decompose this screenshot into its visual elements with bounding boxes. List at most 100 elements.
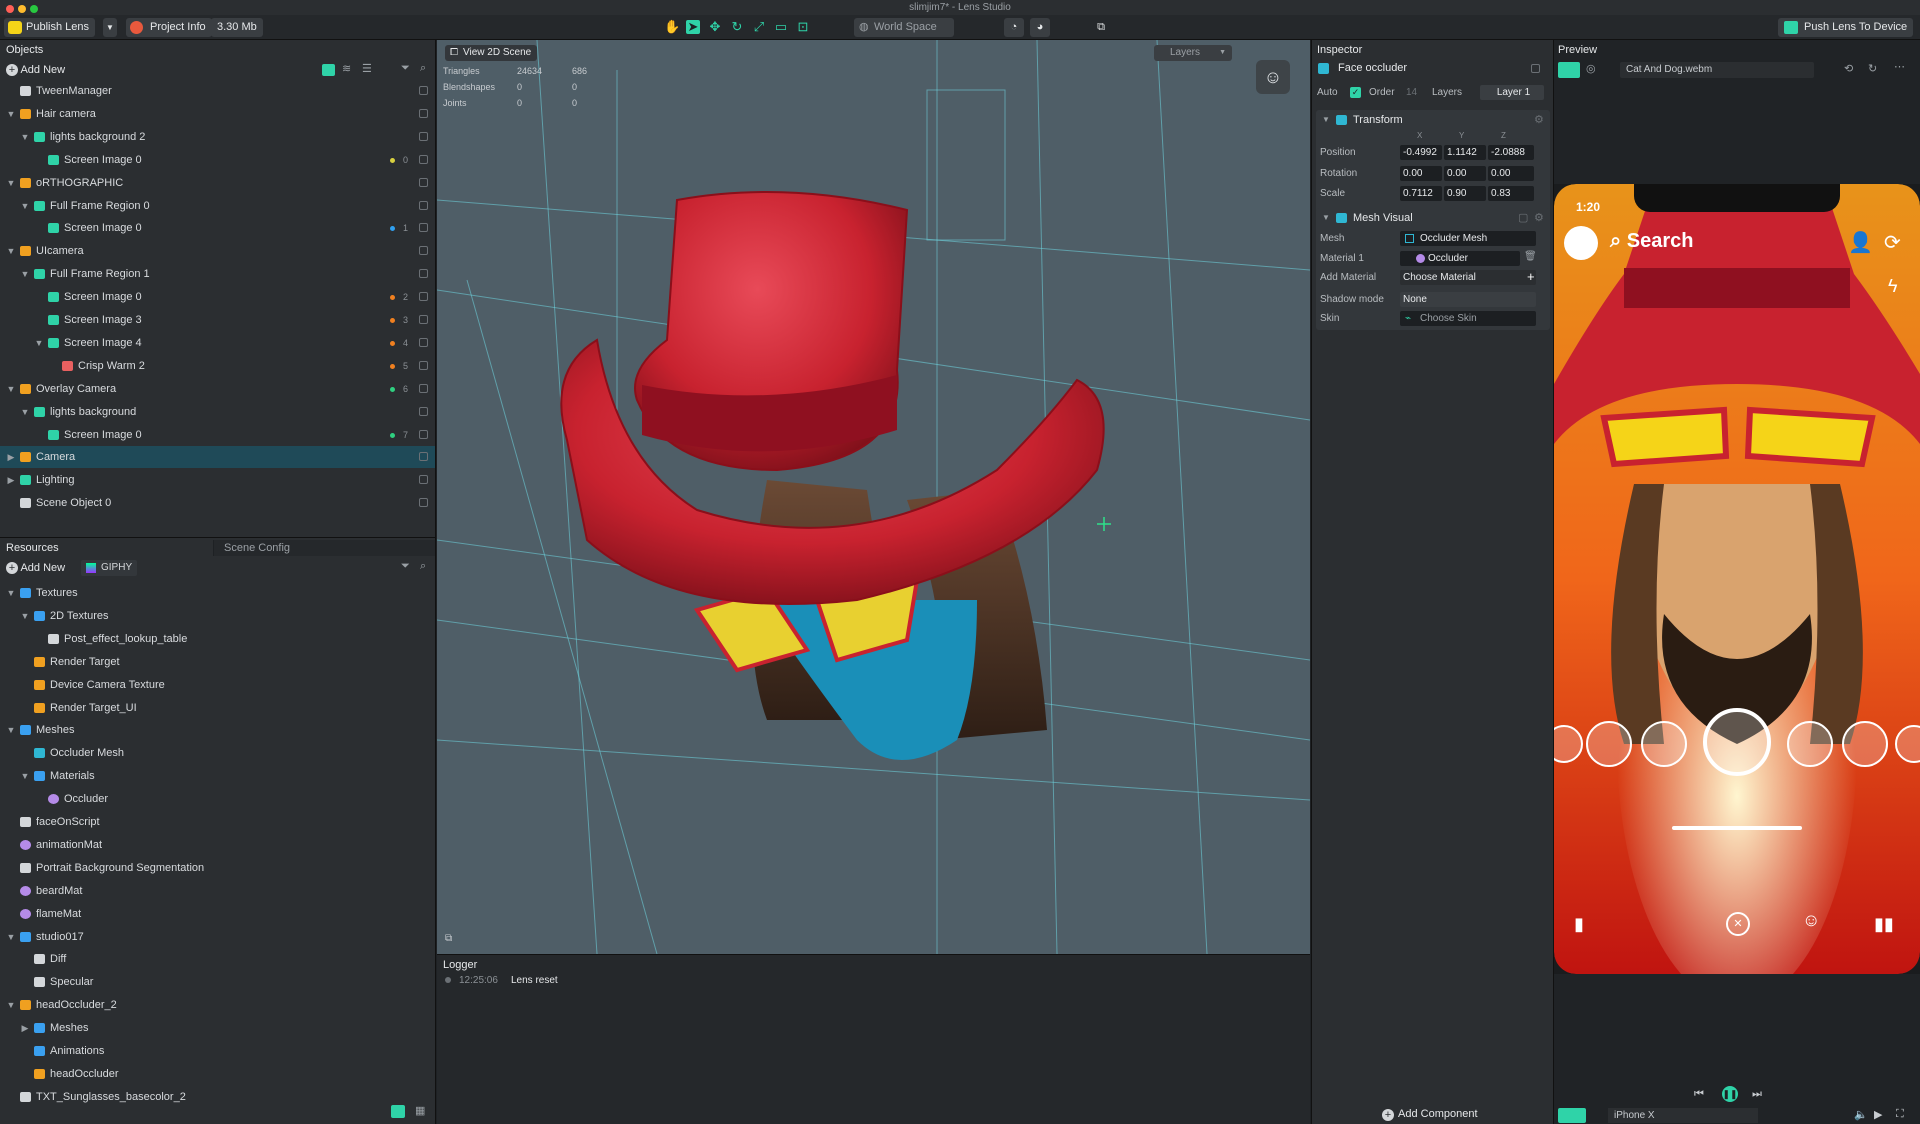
object-item[interactable]: ▼ Full Frame Region 1 bbox=[0, 263, 435, 285]
tree-toggle-icon[interactable]: ▼ bbox=[20, 263, 30, 285]
tree-toggle-icon[interactable]: ▼ bbox=[6, 719, 16, 741]
object-item[interactable]: ▶ Lighting bbox=[0, 469, 435, 491]
skip-forward-icon[interactable]: ⏭ bbox=[1752, 1088, 1762, 1101]
tree-toggle-icon[interactable]: ▼ bbox=[6, 926, 16, 948]
camera-mode-icon[interactable] bbox=[1558, 62, 1580, 78]
add-component-button[interactable]: + Add Component bbox=[1382, 1107, 1478, 1122]
enabled-checkbox[interactable]: ▢ bbox=[1518, 208, 1528, 228]
object-item[interactable]: ▼ Full Frame Region 0 bbox=[0, 195, 435, 217]
layers-dropdown[interactable]: Layers ▼ bbox=[1154, 45, 1232, 61]
flip-camera-icon[interactable]: ⟳ bbox=[1884, 230, 1901, 255]
publish-lens-button[interactable]: Publish Lens bbox=[4, 18, 95, 37]
filter-icon[interactable]: ⏷ bbox=[401, 62, 410, 75]
resource-item[interactable]: animationMat bbox=[0, 834, 435, 856]
resources-add-new-button[interactable]: + Add New bbox=[6, 560, 65, 576]
visibility-checkbox[interactable] bbox=[419, 177, 428, 187]
view-2d-scene-button[interactable]: ⧠ View 2D Scene bbox=[445, 45, 538, 61]
object-item[interactable]: TweenManager bbox=[0, 80, 435, 102]
tree-toggle-icon[interactable]: ▼ bbox=[20, 605, 30, 627]
object-item[interactable]: Screen Image 0 2 bbox=[0, 286, 435, 308]
resource-item[interactable]: ▼ studio017 bbox=[0, 926, 435, 948]
tree-toggle-icon[interactable]: ▼ bbox=[6, 378, 16, 400]
chat-icon[interactable]: ▮ bbox=[1574, 914, 1584, 935]
list-mode-icon[interactable] bbox=[391, 1105, 405, 1118]
list-view-icon[interactable] bbox=[322, 64, 335, 76]
close-window-icon[interactable] bbox=[6, 5, 14, 13]
tab-scene-config[interactable]: Scene Config bbox=[214, 540, 435, 556]
rotation-y-field[interactable]: 0.00 bbox=[1444, 166, 1486, 181]
resource-item[interactable]: TXT_Sunglasses_basecolor_2 bbox=[0, 1086, 435, 1108]
resource-item[interactable]: Specular bbox=[0, 971, 435, 993]
position-z-field[interactable]: -2.0888 bbox=[1488, 145, 1534, 160]
rect-tool-icon[interactable]: ▭ bbox=[774, 20, 788, 34]
visibility-checkbox[interactable] bbox=[419, 315, 428, 324]
object-name-field[interactable]: Face occluder bbox=[1338, 62, 1407, 74]
visibility-checkbox[interactable] bbox=[419, 154, 428, 164]
transform-header[interactable]: ▼ Transform ⚙ bbox=[1316, 110, 1550, 130]
mute-icon[interactable]: 🔈 bbox=[1854, 1108, 1868, 1121]
add-friend-icon[interactable]: 👤 bbox=[1848, 230, 1873, 255]
resource-item[interactable]: Device Camera Texture bbox=[0, 674, 435, 696]
object-item[interactable]: ▼ oRTHOGRAPHIC bbox=[0, 172, 435, 194]
position-y-field[interactable]: 1.1142 bbox=[1444, 145, 1486, 160]
visibility-checkbox[interactable] bbox=[419, 406, 428, 416]
mesh-field[interactable]: Occluder Mesh bbox=[1400, 231, 1536, 246]
object-item[interactable]: ▼ Hair camera bbox=[0, 103, 435, 125]
resource-item[interactable]: ▼ Meshes bbox=[0, 719, 435, 741]
search-icon[interactable]: ⌕ bbox=[420, 62, 426, 75]
scene-render[interactable] bbox=[437, 40, 1310, 954]
resource-item[interactable]: beardMat bbox=[0, 880, 435, 902]
resource-item[interactable]: Portrait Background Segmentation bbox=[0, 857, 435, 879]
objects-add-new-button[interactable]: + Add New bbox=[6, 62, 65, 78]
rotation-z-field[interactable]: 0.00 bbox=[1488, 166, 1534, 181]
project-info-button[interactable]: Project Info bbox=[126, 18, 212, 37]
visibility-checkbox[interactable] bbox=[419, 200, 428, 210]
tree-toggle-icon[interactable]: ▼ bbox=[20, 126, 30, 148]
tree-toggle-icon[interactable]: ▶ bbox=[6, 469, 16, 491]
tree-toggle-icon[interactable]: ▼ bbox=[6, 172, 16, 194]
tree-toggle-icon[interactable]: ▼ bbox=[6, 103, 16, 125]
reset-icon[interactable]: ↻ bbox=[1868, 62, 1877, 75]
position-x-field[interactable]: -0.4992 bbox=[1400, 145, 1442, 160]
resource-item[interactable]: flameMat bbox=[0, 903, 435, 925]
resource-item[interactable]: Post_effect_lookup_table bbox=[0, 628, 435, 650]
record-icon[interactable]: ▶ bbox=[1874, 1108, 1882, 1121]
object-item[interactable]: ▼ Overlay Camera 6 bbox=[0, 378, 435, 400]
choose-material-field[interactable]: Choose Material bbox=[1400, 270, 1536, 285]
auto-checkbox[interactable]: ✓ bbox=[1350, 87, 1361, 98]
tree-toggle-icon[interactable]: ▶ bbox=[6, 446, 16, 468]
tree-toggle-icon[interactable]: ▼ bbox=[6, 994, 16, 1016]
visibility-checkbox[interactable] bbox=[419, 86, 428, 95]
person-mode-icon[interactable]: ◎ bbox=[1586, 62, 1596, 75]
rotate-tool-icon[interactable]: ↻ bbox=[730, 20, 744, 34]
select-tool-icon[interactable]: ➤ bbox=[686, 20, 700, 34]
resource-item[interactable]: ▼ Textures bbox=[0, 582, 435, 604]
resource-item[interactable]: headOccluder bbox=[0, 1063, 435, 1085]
resource-item[interactable]: ▼ Materials bbox=[0, 765, 435, 787]
object-item[interactable]: Screen Image 0 0 bbox=[0, 149, 435, 171]
crop-icon[interactable]: ⛶ bbox=[1896, 1108, 1904, 1121]
visibility-checkbox[interactable] bbox=[419, 337, 428, 347]
pivot-gizmo[interactable] bbox=[1097, 517, 1111, 531]
scene-viewport[interactable]: ⧠ View 2D Scene Triangles 24634 686 Blendsh… bbox=[437, 40, 1310, 954]
object-item[interactable]: Screen Image 3 3 bbox=[0, 309, 435, 331]
visibility-checkbox[interactable] bbox=[419, 498, 428, 508]
pause-icon[interactable]: ❚❚ bbox=[1722, 1086, 1738, 1102]
tree-toggle-icon[interactable]: ▼ bbox=[20, 195, 30, 217]
hierarchy-view-icon[interactable]: ☰ bbox=[362, 62, 372, 75]
rotation-x-field[interactable]: 0.00 bbox=[1400, 166, 1442, 181]
object-item[interactable]: Crisp Warm 2 5 bbox=[0, 355, 435, 377]
flash-icon[interactable]: ϟ bbox=[1888, 276, 1898, 297]
visibility-checkbox[interactable] bbox=[419, 108, 428, 118]
resource-item[interactable]: Diff bbox=[0, 948, 435, 970]
resource-item[interactable]: Animations bbox=[0, 1040, 435, 1062]
snapchat-preview-icon[interactable]: ◔ bbox=[1004, 18, 1024, 37]
minimize-window-icon[interactable] bbox=[18, 5, 26, 13]
discover-icon[interactable]: ▮▮ bbox=[1874, 914, 1894, 935]
enabled-checkbox[interactable] bbox=[1531, 64, 1540, 73]
space-selector[interactable]: ◍ World Space bbox=[854, 18, 954, 37]
object-item[interactable]: ▼ lights background bbox=[0, 401, 435, 423]
publish-dropdown-chevron-icon[interactable]: ▼ bbox=[103, 18, 117, 37]
skip-back-icon[interactable]: ⏮ bbox=[1694, 1088, 1704, 1101]
device-mode-icon[interactable] bbox=[1558, 1108, 1586, 1123]
